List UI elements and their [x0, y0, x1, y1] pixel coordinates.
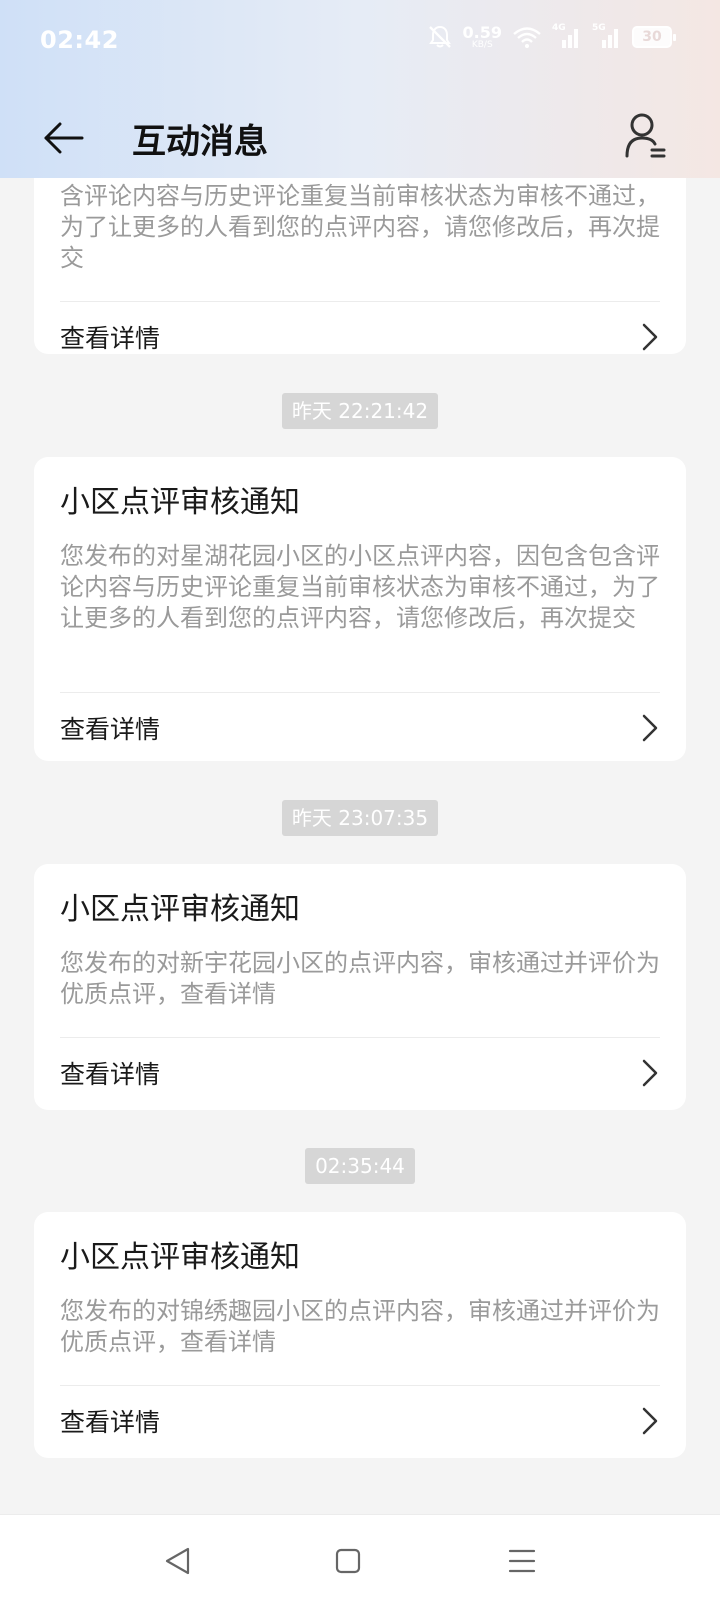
message-card: 小区点评审核通知 您发布的对新宇花园小区的点评内容，审核通过并评价为优质点评，查… [34, 864, 686, 1110]
network-speed-value: 0.59 [462, 22, 502, 42]
square-home-icon[interactable] [328, 1541, 368, 1581]
message-description: 您发布的对新宇花园小区的点评内容，审核通过并评价为优质点评，查看详情 [60, 949, 660, 1008]
timestamp-row: 昨天 22:21:42 [0, 393, 720, 429]
arrow-left-icon[interactable] [42, 116, 86, 160]
triangle-back-icon[interactable] [158, 1541, 198, 1581]
status-time: 02:42 [40, 26, 119, 54]
message-title: 小区点评审核通知 [60, 892, 300, 927]
message-list[interactable]: 含评论内容与历史评论重复当前审核状态为审核不通过，为了让更多的人看到您的点评内容… [0, 178, 720, 1514]
message-card: 含评论内容与历史评论重复当前审核状态为审核不通过，为了让更多的人看到您的点评内容… [34, 178, 686, 354]
message-card: 小区点评审核通知 您发布的对锦绣趣园小区的点评内容，审核通过并评价为优质点评，查… [34, 1212, 686, 1458]
view-details-label: 查看详情 [60, 1408, 161, 1437]
three-lines-menu-icon[interactable] [502, 1541, 542, 1581]
user-list-icon[interactable] [624, 112, 668, 160]
chevron-right-icon [642, 323, 658, 351]
view-details-label: 查看详情 [60, 1060, 161, 1089]
message-timestamp: 昨天 23:07:35 [281, 800, 439, 836]
page-title: 互动消息 [132, 122, 268, 162]
message-timestamp: 02:35:44 [305, 1148, 415, 1184]
signal-bars-icon [562, 29, 578, 48]
status-bar: 02:42 0.59 KB/S 4G 5G 30 [0, 0, 720, 80]
wifi-icon [513, 27, 541, 48]
chevron-right-icon [642, 1407, 658, 1435]
cellular-signal-1: 4G [552, 23, 582, 49]
message-description: 您发布的对星湖花园小区的小区点评内容，因包含包含评论内容与历史评论重复当前审核状… [60, 542, 660, 632]
message-card: 小区点评审核通知 您发布的对星湖花园小区的小区点评内容，因包含包含评论内容与历史… [34, 457, 686, 761]
message-description: 含评论内容与历史评论重复当前审核状态为审核不通过，为了让更多的人看到您的点评内容… [60, 182, 660, 272]
cellular-signal-2: 5G [592, 23, 622, 49]
view-details-button[interactable]: 查看详情 [60, 1386, 660, 1456]
message-title: 小区点评审核通知 [60, 1240, 300, 1275]
signal-bars-icon [602, 29, 618, 48]
timestamp-row: 昨天 23:07:35 [0, 800, 720, 836]
system-navigation-bar [0, 1514, 720, 1605]
message-timestamp: 昨天 22:21:42 [281, 393, 439, 429]
view-details-button[interactable]: 查看详情 [60, 693, 660, 761]
mute-bell-icon [428, 25, 451, 48]
navigation-bar: 互动消息 [0, 100, 720, 176]
chevron-right-icon [642, 1059, 658, 1087]
view-details-label: 查看详情 [60, 715, 161, 744]
status-icons: 0.59 KB/S 4G 5G 30 [427, 22, 676, 50]
network-speed-unit: KB/S [471, 39, 493, 50]
view-details-button[interactable]: 查看详情 [60, 1038, 660, 1108]
view-details-label: 查看详情 [60, 324, 161, 353]
view-details-button[interactable]: 查看详情 [60, 302, 660, 354]
timestamp-row: 02:35:44 [0, 1148, 720, 1184]
message-title: 小区点评审核通知 [60, 485, 300, 520]
message-description: 您发布的对锦绣趣园小区的点评内容，审核通过并评价为优质点评，查看详情 [60, 1297, 660, 1356]
battery-icon: 30 [632, 26, 676, 48]
chevron-right-icon [642, 714, 658, 742]
network-speed: 0.59 KB/S [462, 22, 502, 50]
